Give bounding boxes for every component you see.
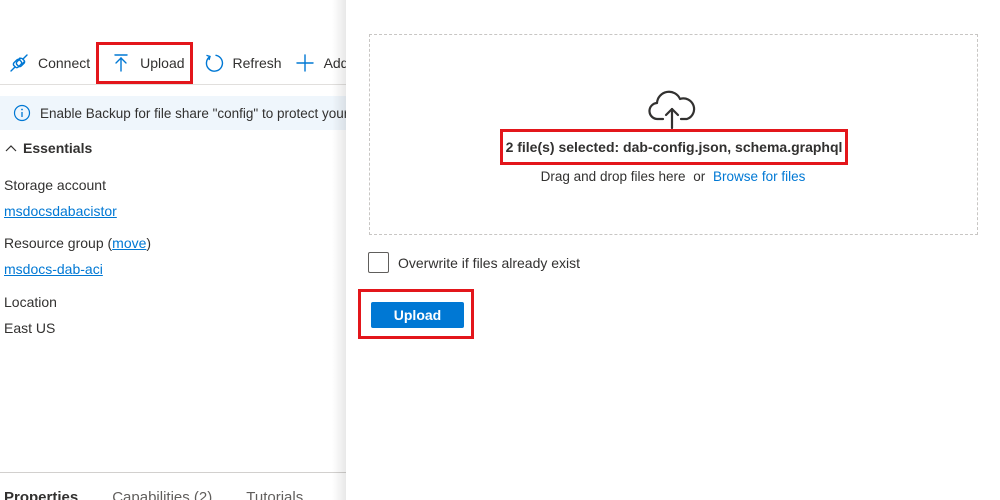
refresh-icon: [203, 52, 225, 74]
resource-group-label: Resource group (move): [4, 235, 151, 251]
location-label: Location: [4, 294, 57, 310]
file-share-blade: Connect Upload Refresh Add Enable Backup…: [0, 0, 346, 500]
selected-files-highlight: 2 file(s) selected: dab-config.json, sch…: [500, 129, 848, 165]
backup-info-banner[interactable]: Enable Backup for file share "config" to…: [0, 96, 346, 130]
location-value: East US: [4, 320, 56, 336]
resource-group-link[interactable]: msdocs-dab-aci: [4, 261, 103, 277]
upload-files-panel: 2 file(s) selected: dab-config.json, sch…: [346, 0, 1000, 500]
refresh-button[interactable]: Refresh: [197, 46, 288, 80]
selected-files-text: 2 file(s) selected: dab-config.json, sch…: [505, 139, 843, 155]
connect-button[interactable]: Connect: [0, 46, 96, 80]
resource-group-paren: ): [146, 235, 152, 251]
upload-arrow-icon: [110, 52, 132, 74]
plug-icon: [8, 52, 30, 74]
blade-tabs: Properties Capabilities (2) Tutorials: [4, 489, 337, 500]
overwrite-checkbox[interactable]: [368, 252, 389, 273]
command-bar: Connect Upload Refresh Add: [0, 42, 346, 84]
connect-label: Connect: [38, 55, 91, 71]
drag-drop-text: Drag and drop files here: [540, 169, 686, 184]
tab-properties[interactable]: Properties: [4, 489, 78, 500]
upload-button[interactable]: Upload: [371, 302, 464, 328]
or-text: or: [693, 169, 706, 184]
plus-icon: [294, 52, 316, 74]
upload-toolbar-button[interactable]: Upload: [96, 42, 193, 84]
banner-text: Enable Backup for file share "config" to…: [40, 105, 346, 121]
move-link[interactable]: move: [112, 235, 146, 251]
tab-tutorials[interactable]: Tutorials: [246, 489, 303, 500]
toolbar-divider: [0, 84, 346, 85]
overwrite-option: Overwrite if files already exist: [368, 252, 580, 273]
essentials-toggle[interactable]: Essentials: [4, 140, 92, 156]
resource-group-label-text: Resource group (: [4, 235, 113, 251]
tab-capabilities[interactable]: Capabilities (2): [112, 489, 212, 500]
tabs-divider: [0, 472, 346, 473]
cloud-upload-icon: [646, 90, 698, 130]
upload-toolbar-label: Upload: [140, 55, 185, 71]
refresh-label: Refresh: [232, 55, 282, 71]
essentials-title: Essentials: [23, 140, 93, 156]
info-icon: [13, 104, 31, 122]
browse-files-link[interactable]: Browse for files: [713, 169, 805, 184]
overwrite-label: Overwrite if files already exist: [398, 254, 581, 271]
chevron-up-icon: [4, 141, 18, 155]
drag-drop-line: Drag and drop files here or Browse for f…: [346, 169, 1000, 184]
storage-account-link[interactable]: msdocsdabacistor: [4, 203, 117, 219]
upload-button-highlight: Upload: [358, 289, 474, 339]
storage-account-label: Storage account: [4, 177, 106, 193]
